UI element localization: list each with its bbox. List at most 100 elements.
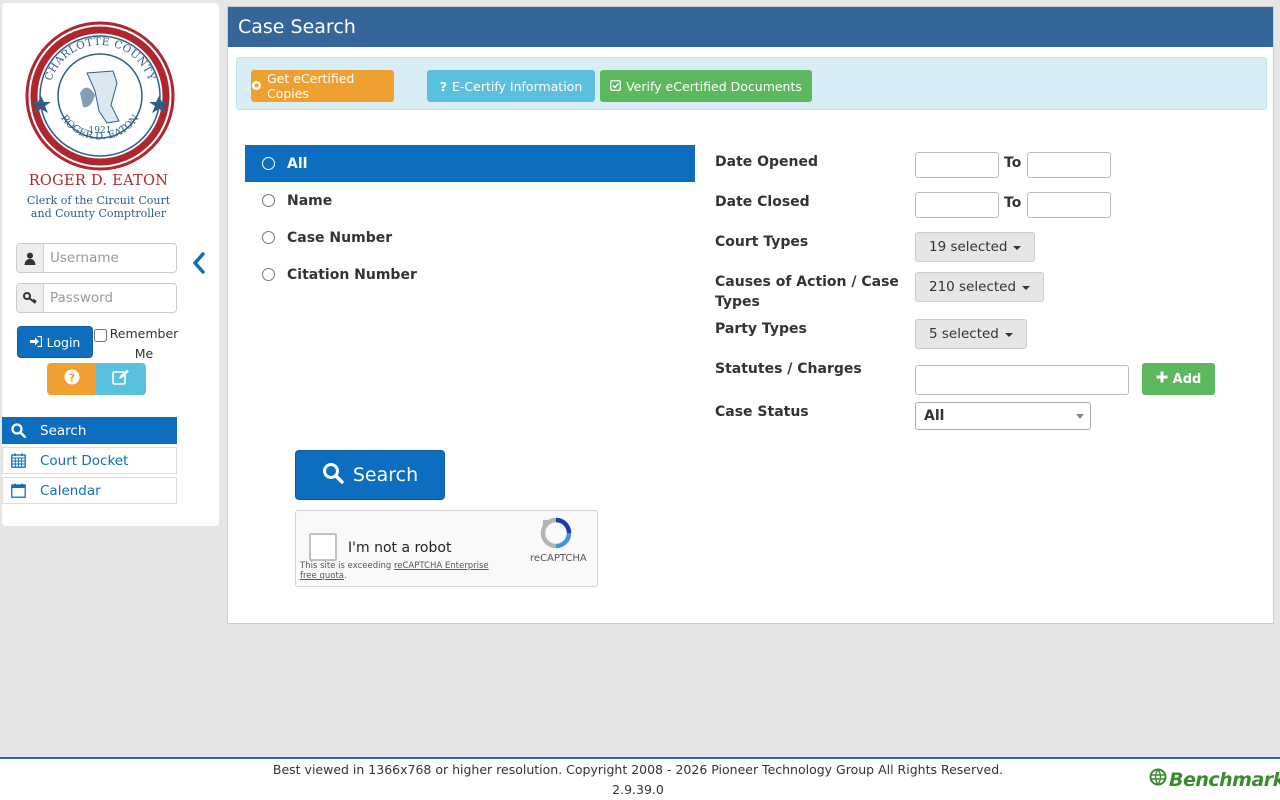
clerk-title-line-1: Clerk of the Circuit Court bbox=[26, 194, 171, 207]
search-type-citation-number[interactable]: Citation Number bbox=[245, 256, 695, 293]
footer-copyright: Best viewed in 1366x768 or higher resolu… bbox=[272, 762, 1004, 777]
caret-down-icon bbox=[1013, 246, 1022, 250]
sidebar-item-court-docket[interactable]: Court Docket bbox=[2, 447, 177, 474]
radio-button[interactable] bbox=[262, 157, 275, 170]
causes-of-action-label: Causes of Action / Case Types bbox=[715, 274, 899, 310]
sidebar-item-label: Calendar bbox=[40, 482, 101, 499]
recaptcha-checkbox[interactable] bbox=[309, 533, 337, 561]
search-type-label: All bbox=[287, 155, 308, 172]
county-seal-logo: CHARLOTTE COUNTY ROGER D. EATON 1921 bbox=[25, 21, 175, 171]
date-closed-to-label: To bbox=[1004, 195, 1022, 211]
caret-down-icon bbox=[1004, 333, 1013, 337]
remember-me-checkbox[interactable] bbox=[94, 329, 107, 342]
username-input[interactable] bbox=[44, 244, 176, 272]
login-button[interactable]: Login bbox=[17, 326, 93, 358]
date-closed-from-input[interactable] bbox=[915, 192, 999, 218]
causes-of-action-value: 210 selected bbox=[929, 279, 1017, 295]
check-square-icon bbox=[610, 79, 622, 94]
date-opened-from-input[interactable] bbox=[915, 152, 999, 178]
calendar-grid-icon bbox=[4, 453, 32, 468]
add-statute-button[interactable]: Add bbox=[1142, 363, 1215, 395]
causes-of-action-dropdown[interactable]: 210 selected bbox=[915, 272, 1045, 302]
register-button[interactable] bbox=[96, 363, 146, 395]
remember-me-label: Remember Me bbox=[109, 326, 179, 361]
search-button-label: Search bbox=[352, 464, 419, 486]
edit-icon bbox=[112, 369, 130, 389]
search-type-all[interactable]: All bbox=[245, 145, 695, 182]
username-field bbox=[16, 243, 177, 273]
question-icon: ? bbox=[439, 78, 447, 94]
benchmark-logo: Benchmark bbox=[1149, 768, 1280, 791]
search-type-label: Case Number bbox=[287, 229, 393, 246]
recaptcha-widget: I'm not a robot This site is exceeding r… bbox=[295, 510, 598, 587]
recaptcha-brand: reCAPTCHA bbox=[530, 553, 587, 564]
sidebar-item-label: Search bbox=[40, 422, 87, 439]
recaptcha-quota-warning: This site is exceeding reCAPTCHA Enterpr… bbox=[300, 561, 489, 581]
calendar-icon bbox=[4, 483, 32, 498]
collapse-sidebar-chevron-icon[interactable] bbox=[191, 252, 207, 278]
certificate-icon bbox=[251, 79, 262, 94]
get-ecertified-copies-label: Get eCertified Copies bbox=[267, 71, 355, 101]
search-type-label: Citation Number bbox=[287, 266, 417, 283]
search-type-label: Name bbox=[287, 192, 333, 209]
sign-in-icon bbox=[29, 335, 42, 350]
svg-text:1921: 1921 bbox=[89, 126, 112, 136]
sidebar-item-search[interactable]: Search bbox=[2, 417, 177, 444]
footer: Best viewed in 1366x768 or higher resolu… bbox=[0, 757, 1280, 800]
case-status-value: All bbox=[924, 408, 945, 424]
sidebar: CHARLOTTE COUNTY ROGER D. EATON 1921 ROG… bbox=[2, 3, 219, 526]
party-types-value: 5 selected bbox=[929, 326, 999, 342]
ecertify-information-button[interactable]: ? E-Certify Information bbox=[427, 70, 595, 102]
clerk-name: ROGER D. EATON bbox=[28, 173, 169, 189]
date-opened-label: Date Opened bbox=[715, 154, 819, 170]
plus-icon bbox=[1156, 371, 1168, 387]
radio-button[interactable] bbox=[262, 268, 275, 281]
benchmark-logo-text: Benchmark bbox=[1169, 768, 1280, 791]
verify-ecertified-documents-button[interactable]: Verify eCertified Documents bbox=[600, 70, 812, 102]
ecertify-information-label: E-Certify Information bbox=[452, 78, 583, 94]
court-types-value: 19 selected bbox=[929, 239, 1008, 255]
search-type-case-number[interactable]: Case Number bbox=[245, 219, 695, 256]
radio-button[interactable] bbox=[262, 231, 275, 244]
add-label: Add bbox=[1172, 371, 1202, 387]
case-search-panel: Case Search Get eCertified Copies ? E-Ce… bbox=[227, 6, 1274, 624]
footer-version: 2.9.39.0 bbox=[612, 782, 664, 797]
ecertify-toolbar: Get eCertified Copies ? E-Certify Inform… bbox=[236, 57, 1267, 110]
sidebar-item-label: Court Docket bbox=[40, 452, 129, 469]
case-status-label: Case Status bbox=[715, 404, 809, 420]
radio-button[interactable] bbox=[262, 194, 275, 207]
sidebar-item-calendar[interactable]: Calendar bbox=[2, 477, 177, 504]
verify-ecertified-documents-label: Verify eCertified Documents bbox=[626, 78, 802, 94]
date-opened-to-label: To bbox=[1004, 155, 1022, 171]
page-title: Case Search bbox=[228, 7, 1273, 47]
password-input[interactable] bbox=[44, 284, 176, 312]
search-icon bbox=[4, 423, 32, 438]
get-ecertified-copies-button[interactable]: Get eCertified Copies bbox=[251, 70, 394, 102]
question-circle-icon: ? bbox=[64, 369, 80, 389]
key-icon bbox=[17, 284, 44, 312]
party-types-label: Party Types bbox=[715, 321, 807, 337]
court-types-dropdown[interactable]: 19 selected bbox=[915, 232, 1036, 262]
party-types-dropdown[interactable]: 5 selected bbox=[915, 319, 1027, 349]
user-icon bbox=[17, 244, 44, 272]
search-icon bbox=[322, 462, 344, 489]
help-button[interactable]: ? bbox=[47, 363, 96, 395]
caret-down-icon bbox=[1022, 286, 1031, 290]
case-status-select[interactable]: All bbox=[915, 402, 1091, 430]
password-field bbox=[16, 283, 177, 313]
statutes-charges-input[interactable] bbox=[915, 365, 1129, 395]
clerk-title-line-2: and County Comptroller bbox=[30, 207, 167, 220]
recaptcha-label: I'm not a robot bbox=[348, 540, 452, 556]
statutes-charges-label: Statutes / Charges bbox=[715, 361, 862, 377]
date-opened-to-input[interactable] bbox=[1027, 152, 1111, 178]
select-arrow-icon bbox=[1076, 414, 1084, 419]
search-button[interactable]: Search bbox=[295, 450, 445, 500]
search-type-name[interactable]: Name bbox=[245, 182, 695, 219]
benchmark-globe-icon bbox=[1149, 768, 1167, 791]
date-closed-label: Date Closed bbox=[715, 194, 810, 210]
date-closed-to-input[interactable] bbox=[1027, 192, 1111, 218]
court-types-label: Court Types bbox=[715, 234, 809, 250]
svg-text:?: ? bbox=[68, 371, 74, 384]
recaptcha-logo-icon bbox=[540, 517, 572, 553]
login-label: Login bbox=[46, 334, 81, 350]
